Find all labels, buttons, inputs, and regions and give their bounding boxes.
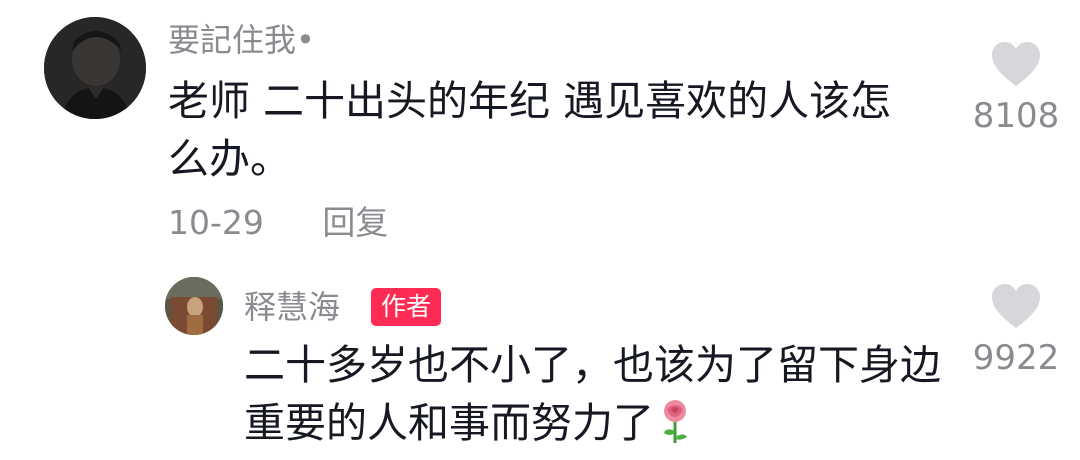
- reply-like-count: 9922: [972, 338, 1060, 378]
- reply-text: 二十多岁也不小了，也该为了留下身边重要的人和事而努力了: [244, 336, 944, 452]
- comment-like-count: 8108: [972, 96, 1060, 136]
- reply-author-name[interactable]: 释慧海: [244, 285, 340, 329]
- comment-date: 10-29: [168, 203, 264, 242]
- heart-outline-icon: [992, 284, 1040, 328]
- reply-like-button[interactable]: 9922: [968, 282, 1064, 378]
- heart-outline-icon: [992, 42, 1040, 86]
- avatar-image: [44, 17, 146, 119]
- comment-meta: 10-29 回复: [168, 201, 388, 245]
- comment-author-avatar[interactable]: [44, 17, 146, 119]
- author-badge: 作者: [371, 288, 442, 326]
- reply-text-content: 二十多岁也不小了，也该为了留下身边重要的人和事而努力了: [244, 341, 941, 447]
- comment-author-name[interactable]: 要記住我•: [168, 18, 315, 62]
- comment-text: 老师 二十出头的年纪 遇见喜欢的人该怎么办。: [168, 77, 892, 183]
- comment-like-button[interactable]: 8108: [968, 40, 1064, 136]
- rose-icon: [664, 400, 687, 443]
- avatar-image: [165, 277, 223, 335]
- reply-button[interactable]: 回复: [322, 203, 388, 242]
- reply-author-avatar[interactable]: [165, 277, 223, 335]
